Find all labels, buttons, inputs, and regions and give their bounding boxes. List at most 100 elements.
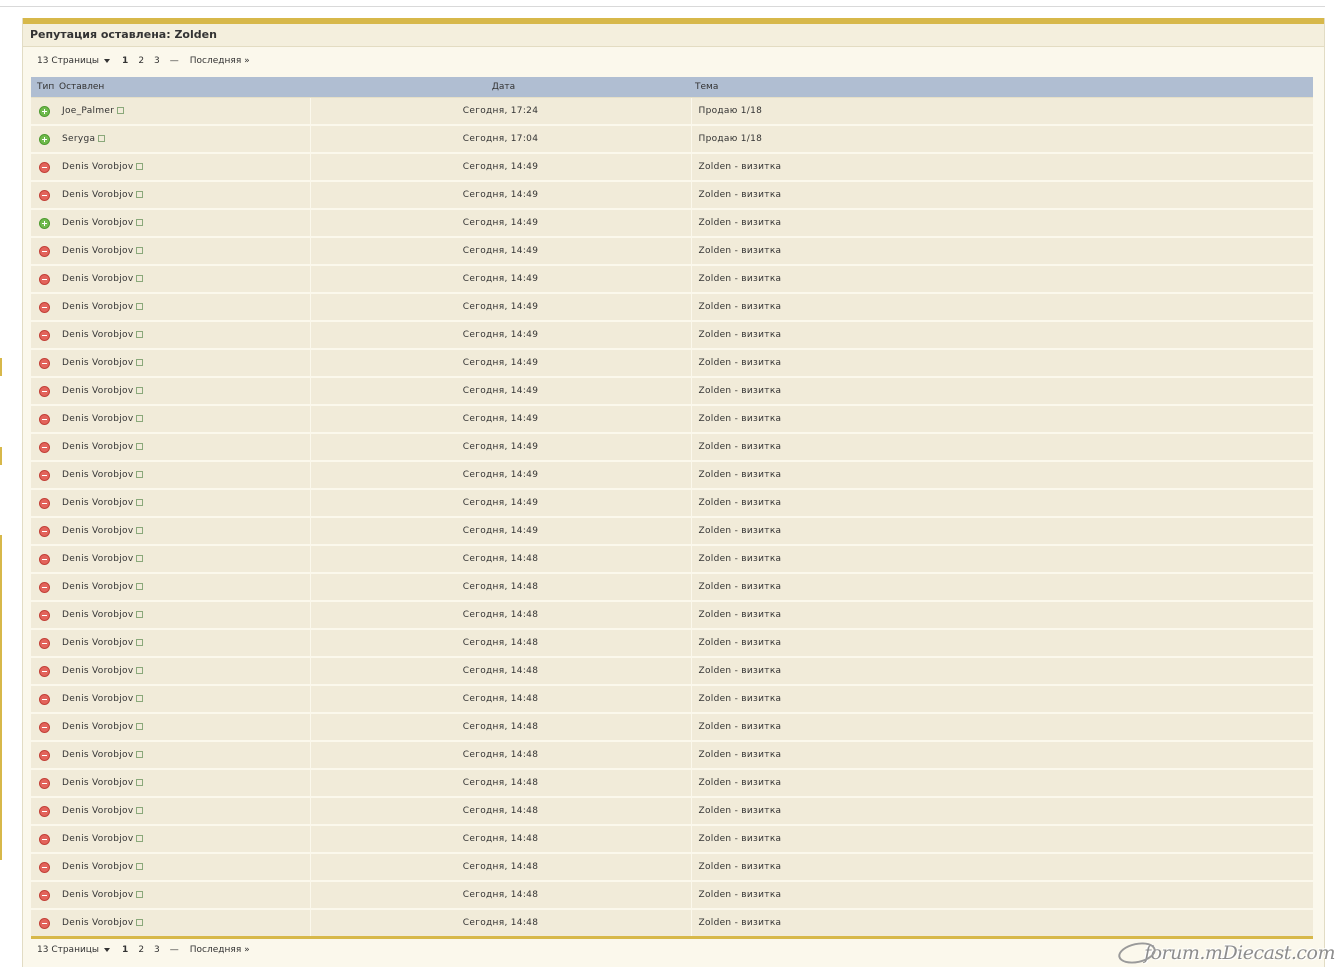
- member-link[interactable]: Denis Vorobjov: [62, 554, 133, 564]
- member-link[interactable]: Denis Vorobjov: [62, 190, 133, 200]
- topic-link[interactable]: Продаю 1/18: [699, 134, 763, 144]
- external-link-icon[interactable]: [136, 499, 144, 506]
- external-link-icon[interactable]: [136, 807, 144, 814]
- member-link[interactable]: Denis Vorobjov: [62, 162, 133, 172]
- external-link-icon[interactable]: [136, 303, 144, 310]
- topic-cell: Zolden - визитка: [691, 321, 1313, 350]
- member-link[interactable]: Denis Vorobjov: [62, 806, 133, 816]
- page-link-3[interactable]: 3: [154, 56, 160, 66]
- pages-dropdown[interactable]: 13 Страницы: [37, 945, 111, 955]
- topic-link[interactable]: Zolden - визитка: [699, 610, 782, 620]
- member-link[interactable]: Denis Vorobjov: [62, 834, 133, 844]
- member-link[interactable]: Denis Vorobjov: [62, 694, 133, 704]
- member-link[interactable]: Denis Vorobjov: [62, 750, 133, 760]
- external-link-icon[interactable]: [136, 527, 144, 534]
- external-link-icon[interactable]: [136, 275, 144, 282]
- external-link-icon[interactable]: [136, 919, 144, 926]
- external-link-icon[interactable]: [136, 219, 144, 226]
- external-link-icon[interactable]: [136, 359, 144, 366]
- external-link-icon[interactable]: [136, 191, 144, 198]
- last-page-link[interactable]: Последняя »: [190, 56, 250, 66]
- member-link[interactable]: Denis Vorobjov: [62, 582, 133, 592]
- external-link-icon[interactable]: [136, 471, 144, 478]
- topic-link[interactable]: Zolden - визитка: [699, 190, 782, 200]
- external-link-icon[interactable]: [136, 835, 144, 842]
- member-link[interactable]: Denis Vorobjov: [62, 386, 133, 396]
- member-link[interactable]: Denis Vorobjov: [62, 470, 133, 480]
- topic-link[interactable]: Zolden - визитка: [699, 554, 782, 564]
- last-page-link[interactable]: Последняя »: [190, 945, 250, 955]
- topic-link[interactable]: Zolden - визитка: [699, 722, 782, 732]
- topic-link[interactable]: Zolden - визитка: [699, 330, 782, 340]
- member-link[interactable]: Denis Vorobjov: [62, 638, 133, 648]
- external-link-icon[interactable]: [136, 415, 144, 422]
- topic-cell: Zolden - визитка: [691, 657, 1313, 686]
- topic-link[interactable]: Zolden - визитка: [699, 778, 782, 788]
- member-link[interactable]: Denis Vorobjov: [62, 358, 133, 368]
- member-link[interactable]: Denis Vorobjov: [62, 610, 133, 620]
- topic-link[interactable]: Zolden - визитка: [699, 526, 782, 536]
- page-link-2[interactable]: 2: [138, 945, 144, 955]
- topic-link[interactable]: Zolden - визитка: [699, 358, 782, 368]
- topic-link[interactable]: Zolden - визитка: [699, 470, 782, 480]
- topic-link[interactable]: Zolden - визитка: [699, 750, 782, 760]
- topic-link[interactable]: Zolden - визитка: [699, 890, 782, 900]
- member-link[interactable]: Denis Vorobjov: [62, 862, 133, 872]
- topic-link[interactable]: Zolden - визитка: [699, 834, 782, 844]
- topic-link[interactable]: Zolden - визитка: [699, 638, 782, 648]
- topic-link[interactable]: Zolden - визитка: [699, 162, 782, 172]
- external-link-icon[interactable]: [136, 891, 144, 898]
- member-link[interactable]: Denis Vorobjov: [62, 498, 133, 508]
- pages-dropdown[interactable]: 13 Страницы: [37, 56, 111, 66]
- external-link-icon[interactable]: [136, 639, 144, 646]
- member-link[interactable]: Denis Vorobjov: [62, 414, 133, 424]
- member-link[interactable]: Denis Vorobjov: [62, 330, 133, 340]
- member-link[interactable]: Joe_Palmer: [62, 106, 114, 116]
- member-link[interactable]: Denis Vorobjov: [62, 890, 133, 900]
- external-link-icon[interactable]: [136, 555, 144, 562]
- member-link[interactable]: Denis Vorobjov: [62, 274, 133, 284]
- member-link[interactable]: Denis Vorobjov: [62, 526, 133, 536]
- external-link-icon[interactable]: [136, 387, 144, 394]
- member-link[interactable]: Denis Vorobjov: [62, 722, 133, 732]
- topic-link[interactable]: Zolden - визитка: [699, 442, 782, 452]
- topic-link[interactable]: Zolden - визитка: [699, 274, 782, 284]
- topic-link[interactable]: Zolden - визитка: [699, 218, 782, 228]
- topic-link[interactable]: Zolden - визитка: [699, 414, 782, 424]
- member-link[interactable]: Denis Vorobjov: [62, 442, 133, 452]
- external-link-icon[interactable]: [136, 247, 144, 254]
- external-link-icon[interactable]: [98, 135, 106, 142]
- member-link[interactable]: Denis Vorobjov: [62, 218, 133, 228]
- member-link[interactable]: Denis Vorobjov: [62, 918, 133, 928]
- topic-link[interactable]: Zolden - визитка: [699, 862, 782, 872]
- external-link-icon[interactable]: [136, 163, 144, 170]
- external-link-icon[interactable]: [136, 331, 144, 338]
- external-link-icon[interactable]: [136, 863, 144, 870]
- external-link-icon[interactable]: [136, 667, 144, 674]
- member-link[interactable]: Denis Vorobjov: [62, 246, 133, 256]
- topic-link[interactable]: Zolden - визитка: [699, 694, 782, 704]
- topic-link[interactable]: Zolden - визитка: [699, 806, 782, 816]
- topic-link[interactable]: Продаю 1/18: [699, 106, 763, 116]
- page-link-3[interactable]: 3: [154, 945, 160, 955]
- external-link-icon[interactable]: [136, 779, 144, 786]
- external-link-icon[interactable]: [136, 695, 144, 702]
- external-link-icon[interactable]: [136, 583, 144, 590]
- page-link-2[interactable]: 2: [138, 56, 144, 66]
- topic-link[interactable]: Zolden - визитка: [699, 498, 782, 508]
- member-link[interactable]: Denis Vorobjov: [62, 778, 133, 788]
- external-link-icon[interactable]: [136, 611, 144, 618]
- topic-link[interactable]: Zolden - визитка: [699, 582, 782, 592]
- external-link-icon[interactable]: [136, 723, 144, 730]
- topic-link[interactable]: Zolden - визитка: [699, 302, 782, 312]
- topic-link[interactable]: Zolden - визитка: [699, 246, 782, 256]
- member-link[interactable]: Denis Vorobjov: [62, 666, 133, 676]
- member-link[interactable]: Seryga: [62, 134, 95, 144]
- topic-link[interactable]: Zolden - визитка: [699, 386, 782, 396]
- topic-link[interactable]: Zolden - визитка: [699, 666, 782, 676]
- external-link-icon[interactable]: [136, 751, 144, 758]
- topic-link[interactable]: Zolden - визитка: [699, 918, 782, 928]
- member-link[interactable]: Denis Vorobjov: [62, 302, 133, 312]
- external-link-icon[interactable]: [117, 107, 125, 114]
- external-link-icon[interactable]: [136, 443, 144, 450]
